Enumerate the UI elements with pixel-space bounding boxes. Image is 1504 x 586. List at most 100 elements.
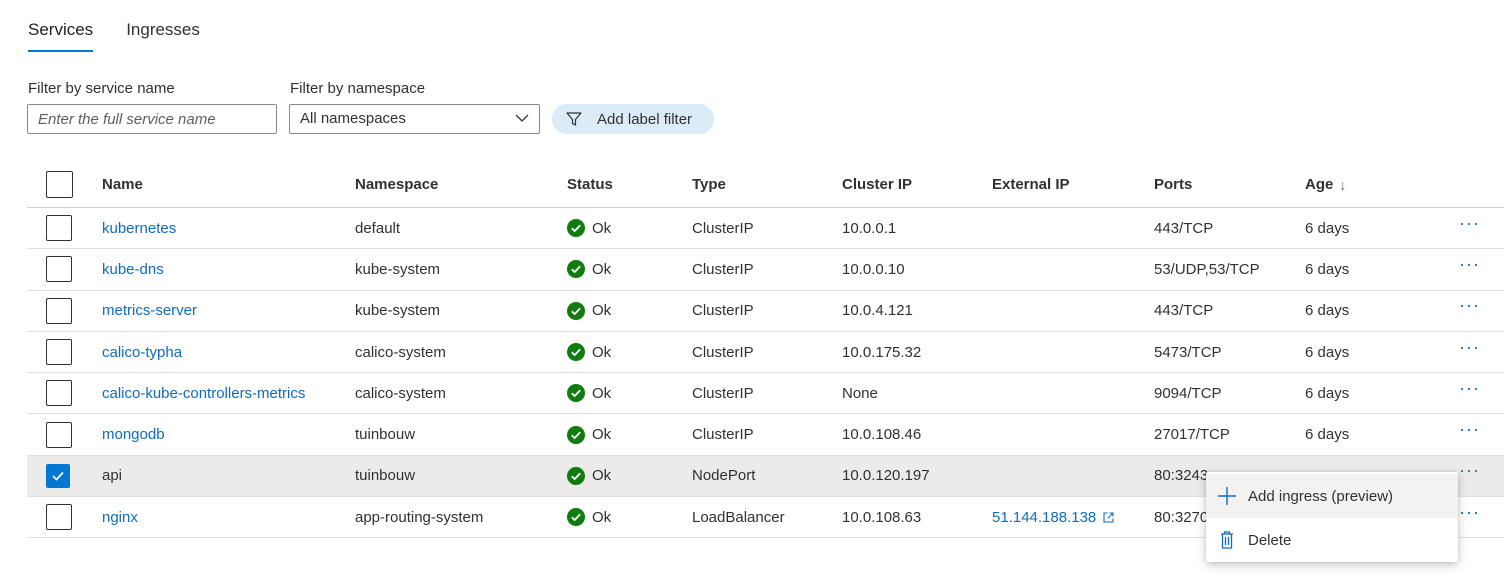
service-name-link[interactable]: calico-typha xyxy=(102,332,182,372)
more-actions-button[interactable]: ··· xyxy=(1459,332,1480,372)
table-row[interactable]: calico-kube-controllers-metrics calico-sy… xyxy=(27,373,1504,415)
status-cell: Ok xyxy=(567,332,611,372)
tab-bar: Services Ingresses xyxy=(28,0,233,52)
status-cell: Ok xyxy=(567,249,611,289)
row-checkbox[interactable] xyxy=(46,297,72,324)
type-cell: ClusterIP xyxy=(692,343,754,361)
column-header-age[interactable]: Age ↓ xyxy=(1305,160,1346,207)
age-cell: 6 days xyxy=(1305,302,1350,320)
status-label: Ok xyxy=(592,384,612,402)
namespace-cell: calico-system xyxy=(355,343,446,361)
cluster-ip-cell: None xyxy=(842,384,878,402)
cluster-ip-cell: 10.0.4.121 xyxy=(842,302,913,320)
checkmark-icon xyxy=(52,471,64,481)
status-cell: Ok xyxy=(567,456,611,496)
type-cell: ClusterIP xyxy=(692,260,754,278)
column-header-name[interactable]: Name xyxy=(102,160,143,207)
namespace-cell: default xyxy=(355,219,401,237)
column-header-type[interactable]: Type xyxy=(692,160,726,207)
table-row[interactable]: calico-typha calico-system Ok ClusterIP 10.0… xyxy=(27,332,1504,374)
namespace-cell: tuinbouw xyxy=(355,426,416,444)
trash-icon xyxy=(1221,531,1233,549)
more-actions-button[interactable]: ··· xyxy=(1459,291,1480,331)
service-name-link[interactable]: nginx xyxy=(102,497,138,537)
column-header-cluster-ip[interactable]: Cluster IP xyxy=(842,160,912,207)
more-actions-button[interactable]: ··· xyxy=(1459,208,1480,248)
more-actions-button[interactable]: ··· xyxy=(1459,373,1480,413)
ok-status-icon xyxy=(567,260,585,279)
row-context-menu: Add ingress (preview) Delete xyxy=(1206,472,1458,562)
delete-menu-item[interactable]: Delete xyxy=(1206,518,1458,562)
service-name-link[interactable]: metrics-server xyxy=(102,291,197,331)
status-label: Ok xyxy=(592,219,612,237)
row-checkbox[interactable] xyxy=(46,215,72,242)
cluster-ip-cell: 10.0.175.32 xyxy=(842,343,922,361)
table-row[interactable]: metrics-server kube-system Ok ClusterIP 10.0… xyxy=(27,291,1504,332)
more-actions-button[interactable]: ··· xyxy=(1459,497,1480,537)
status-cell: Ok xyxy=(567,414,611,454)
external-link-icon xyxy=(1103,512,1114,523)
table-row[interactable]: kubernetes default Ok ClusterIP 10.0.0.1 443/… xyxy=(27,208,1504,250)
namespace-cell: tuinbouw xyxy=(355,467,416,485)
type-cell: NodePort xyxy=(692,467,756,485)
row-checkbox[interactable] xyxy=(46,380,72,407)
more-actions-button[interactable]: ··· xyxy=(1459,456,1480,496)
service-name-link[interactable]: mongodb xyxy=(102,414,165,454)
ports-cell: 27017/TCP xyxy=(1154,426,1230,444)
type-cell: ClusterIP xyxy=(692,302,754,320)
type-cell: LoadBalancer xyxy=(692,508,785,526)
age-cell: 6 days xyxy=(1305,260,1350,278)
type-cell: ClusterIP xyxy=(692,219,754,237)
more-actions-button[interactable]: ··· xyxy=(1459,414,1480,454)
column-header-namespace[interactable]: Namespace xyxy=(355,160,438,207)
row-checkbox[interactable] xyxy=(46,256,72,283)
ports-cell: 80:3270 xyxy=(1154,508,1209,526)
age-cell: 6 days xyxy=(1305,343,1350,361)
status-label: Ok xyxy=(592,302,612,320)
ok-status-icon xyxy=(567,508,585,527)
namespace-filter-dropdown[interactable]: All namespaces xyxy=(289,104,540,134)
namespace-filter-value: All namespaces xyxy=(300,110,406,127)
status-label: Ok xyxy=(592,260,612,278)
ok-status-icon xyxy=(567,301,585,320)
table-row[interactable]: mongodb tuinbouw Ok ClusterIP 10.0.108.46 270… xyxy=(27,414,1504,456)
ok-status-icon xyxy=(567,425,585,444)
ports-cell: 53/UDP,53/TCP xyxy=(1154,260,1260,278)
ok-status-icon xyxy=(567,219,585,238)
status-cell: Ok xyxy=(567,291,611,331)
row-checkbox[interactable] xyxy=(46,504,72,531)
service-name-link[interactable]: calico-kube-controllers-metrics xyxy=(102,373,305,413)
add-label-filter-button[interactable]: Add label filter xyxy=(552,104,714,134)
table-row[interactable]: kube-dns kube-system Ok ClusterIP 10.0.0.10 5… xyxy=(27,249,1504,291)
namespace-filter-label: Filter by namespace xyxy=(290,80,426,97)
column-header-external-ip[interactable]: External IP xyxy=(992,160,1070,207)
service-name-link[interactable]: kube-dns xyxy=(102,249,164,289)
type-cell: ClusterIP xyxy=(692,384,754,402)
status-cell: Ok xyxy=(567,373,611,413)
status-label: Ok xyxy=(592,467,612,485)
ports-cell: 443/TCP xyxy=(1154,219,1214,237)
service-name-filter-input[interactable] xyxy=(27,104,277,134)
select-all-checkbox[interactable] xyxy=(46,171,73,198)
row-checkbox[interactable] xyxy=(46,463,70,488)
namespace-cell: calico-system xyxy=(355,384,446,402)
tab-services[interactable]: Services xyxy=(28,0,94,52)
ports-cell: 5473/TCP xyxy=(1154,343,1222,361)
status-label: Ok xyxy=(592,508,612,526)
cluster-ip-cell: 10.0.0.10 xyxy=(842,260,905,278)
more-actions-button[interactable]: ··· xyxy=(1459,249,1480,289)
status-label: Ok xyxy=(592,343,612,361)
cluster-ip-cell: 10.0.108.63 xyxy=(842,508,922,526)
column-header-ports[interactable]: Ports xyxy=(1154,160,1192,207)
row-checkbox[interactable] xyxy=(46,339,72,366)
type-cell: ClusterIP xyxy=(692,426,754,444)
service-name-link[interactable]: kubernetes xyxy=(102,208,176,248)
status-cell: Ok xyxy=(567,497,611,537)
row-checkbox[interactable] xyxy=(46,421,72,448)
ok-status-icon xyxy=(567,343,585,362)
external-ip-link[interactable]: 51.144.188.138 xyxy=(992,497,1114,537)
add-ingress-menu-item[interactable]: Add ingress (preview) xyxy=(1206,474,1458,518)
service-name-link[interactable]: api xyxy=(102,456,122,496)
tab-ingresses[interactable]: Ingresses xyxy=(126,0,200,52)
column-header-status[interactable]: Status xyxy=(567,160,613,207)
